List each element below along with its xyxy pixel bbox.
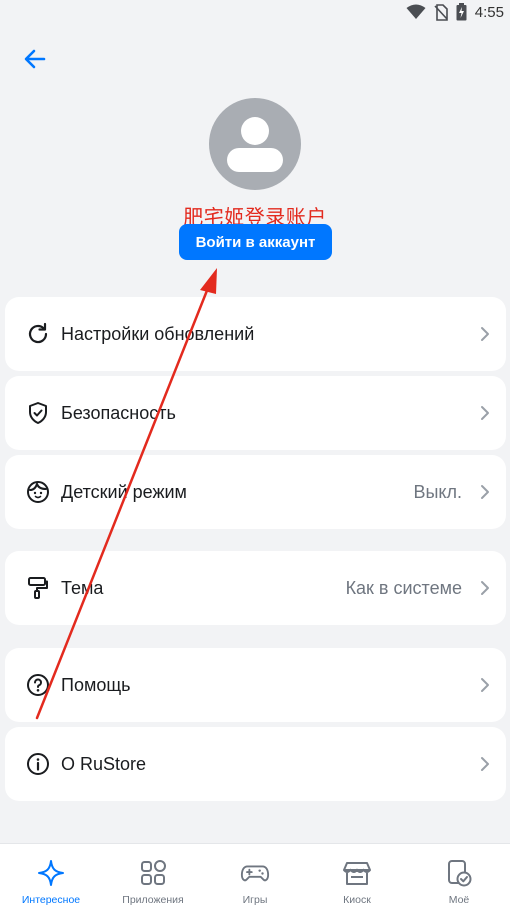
my-apps-icon (444, 858, 474, 888)
sparkle-icon (36, 858, 66, 888)
menu-item-label: Тема (61, 577, 104, 598)
arrow-left-icon (24, 49, 46, 74)
tab-label: Интересное (21, 894, 81, 906)
menu-item-label: Детский режим (61, 481, 187, 502)
gamepad-icon (240, 858, 270, 888)
menu-item-kids-mode[interactable]: Детский режим Выкл. (5, 455, 506, 529)
tab-kiosk[interactable]: Киоск (306, 844, 408, 914)
child-face-icon (25, 479, 51, 505)
chevron-right-icon (478, 754, 492, 774)
tab-label: Приложения (122, 894, 184, 906)
menu-item-label: Помощь (61, 674, 131, 695)
avatar[interactable] (209, 98, 301, 190)
menu-item-about[interactable]: О RuStore (5, 727, 506, 801)
chevron-right-icon (478, 403, 492, 423)
shield-check-icon (25, 400, 51, 426)
chevron-right-icon (478, 324, 492, 344)
status-bar: 4:55 (0, 0, 510, 24)
menu-item-security[interactable]: Безопасность (5, 376, 506, 450)
tab-apps[interactable]: Приложения (102, 844, 204, 914)
user-placeholder-icon (209, 117, 301, 190)
menu-item-help[interactable]: Помощь (5, 648, 506, 722)
bottom-tab-bar: Интересное Приложения Игры Киоск Моё (0, 843, 510, 914)
paint-roller-icon (25, 575, 51, 601)
chevron-right-icon (478, 578, 492, 598)
battery-charging-icon (456, 3, 467, 21)
chevron-right-icon (478, 482, 492, 502)
no-sim-icon (434, 3, 448, 21)
tab-games[interactable]: Игры (204, 844, 306, 914)
wifi-icon (406, 4, 426, 20)
info-circle-icon (25, 751, 51, 777)
tab-label: Моё (448, 894, 470, 906)
tab-label: Киоск (343, 894, 371, 906)
menu-item-value: Выкл. (413, 481, 462, 502)
status-time: 4:55 (474, 3, 504, 21)
chevron-right-icon (478, 675, 492, 695)
menu-item-value: Как в системе (345, 577, 462, 598)
tab-label: Игры (242, 894, 268, 906)
help-circle-icon (25, 672, 51, 698)
menu-item-label: Безопасность (61, 402, 176, 423)
refresh-icon (25, 321, 51, 347)
login-button[interactable]: Войти в аккаунт (179, 224, 332, 260)
apps-grid-icon (138, 858, 168, 888)
status-icons: 4:55 (406, 3, 504, 21)
menu-item-theme[interactable]: Тема Как в системе (5, 551, 506, 625)
back-button[interactable] (18, 46, 52, 76)
kiosk-icon (342, 858, 372, 888)
menu-item-update-settings[interactable]: Настройки обновлений (5, 297, 506, 371)
tab-interesting[interactable]: Интересное (0, 844, 102, 914)
tab-mine[interactable]: Моё (408, 844, 510, 914)
menu-item-label: Настройки обновлений (61, 323, 255, 344)
menu-item-label: О RuStore (61, 753, 147, 774)
